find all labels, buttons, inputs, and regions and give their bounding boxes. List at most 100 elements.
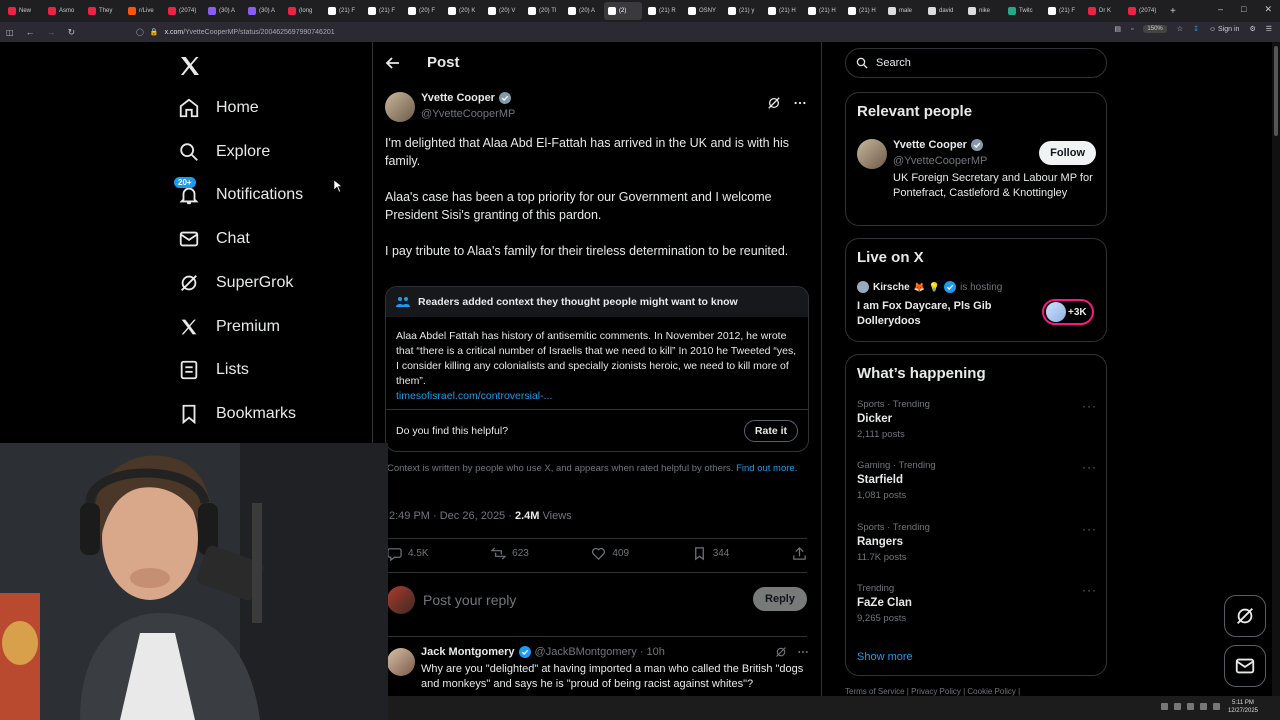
live-listeners[interactable]: +3K xyxy=(1042,299,1094,325)
nav-bookmarks[interactable]: Bookmarks xyxy=(178,394,296,434)
author-name[interactable]: Yvette Cooper xyxy=(421,92,495,104)
minimize-icon[interactable]: – xyxy=(1218,4,1223,15)
zoom-level[interactable]: 150% xyxy=(1143,25,1167,33)
find-out-more-link[interactable]: Find out more. xyxy=(736,463,797,474)
rate-it-button[interactable]: Rate it xyxy=(743,419,798,442)
browser-tab[interactable]: (2) xyxy=(604,2,642,20)
reply-author-name[interactable]: Jack Montgomery xyxy=(421,646,515,658)
more-options-icon[interactable]: ··· xyxy=(1082,399,1097,413)
grok-icon[interactable] xyxy=(775,646,787,658)
browser-tab[interactable]: (2074) xyxy=(164,2,202,20)
browser-tab[interactable]: (20) K xyxy=(444,2,482,20)
more-options-icon[interactable] xyxy=(793,96,807,110)
browser-tab[interactable]: (21) H xyxy=(804,2,842,20)
browser-tab[interactable]: david xyxy=(924,2,962,20)
more-options-icon[interactable]: ··· xyxy=(1082,460,1097,474)
new-tab-button[interactable]: + xyxy=(1170,6,1176,17)
more-options-icon[interactable] xyxy=(797,646,809,658)
grok-icon[interactable] xyxy=(767,96,781,110)
browser-tab[interactable]: r/Live xyxy=(124,2,162,20)
reload-icon[interactable]: ↻ xyxy=(68,27,76,38)
browser-tab[interactable]: (21) H xyxy=(844,2,882,20)
account-button[interactable]: ☺ Sign in xyxy=(1209,26,1240,33)
grok-floating-button[interactable] xyxy=(1224,595,1266,637)
trend-item[interactable]: Sports · Trending Rangers 11.7K posts ··… xyxy=(857,522,1097,563)
browser-tab[interactable]: (21) R xyxy=(644,2,682,20)
reply-author-handle[interactable]: @JackBMontgomery · 10h xyxy=(535,646,665,658)
browser-tab[interactable]: (2074) xyxy=(1124,2,1162,20)
menu-icon[interactable]: ☰ xyxy=(1266,25,1272,33)
nav-supergrok[interactable]: SuperGrok xyxy=(178,263,293,303)
reader-view-icon[interactable]: ▤ xyxy=(1114,25,1121,33)
author-name-row[interactable]: Yvette Cooper xyxy=(421,92,511,104)
browser-tab[interactable]: nike xyxy=(964,2,1002,20)
close-icon[interactable]: ✕ xyxy=(1264,4,1272,15)
browser-tab[interactable]: (20) F xyxy=(404,2,442,20)
live-host[interactable]: Kirsche 🦊 💡 is hosting xyxy=(857,281,1002,293)
avatar[interactable] xyxy=(857,139,887,169)
follow-button[interactable]: Follow xyxy=(1039,141,1096,165)
browser-tab[interactable]: (21) F xyxy=(364,2,402,20)
x-logo-icon[interactable] xyxy=(178,54,202,78)
trend-item[interactable]: Sports · Trending Dicker 2,111 posts ··· xyxy=(857,399,1097,440)
browser-tab[interactable]: OSNY xyxy=(684,2,722,20)
relevant-person-name[interactable]: Yvette Cooper xyxy=(893,139,967,151)
browser-tab[interactable]: (long xyxy=(284,2,322,20)
browser-tab[interactable]: (21) y xyxy=(724,2,762,20)
messages-floating-button[interactable] xyxy=(1224,645,1266,687)
nav-home[interactable]: Home xyxy=(178,88,259,128)
repost-action[interactable]: 623 xyxy=(491,546,529,561)
avatar[interactable] xyxy=(387,648,415,676)
timestamp-text[interactable]: 2:49 PM · Dec 26, 2025 · xyxy=(389,510,512,522)
nav-chat[interactable]: Chat xyxy=(178,219,250,259)
browser-tab[interactable]: male xyxy=(884,2,922,20)
share-action[interactable] xyxy=(792,546,807,561)
browser-tab[interactable]: (21) F xyxy=(1044,2,1082,20)
browser-tab[interactable]: (20) A xyxy=(564,2,602,20)
bookmark-action[interactable]: 344 xyxy=(692,546,729,561)
footer-links[interactable]: Terms of Service | Privacy Policy | Cook… xyxy=(845,687,1020,696)
show-more-link[interactable]: Show more xyxy=(857,651,913,663)
reply-action[interactable]: 4.5K xyxy=(387,546,429,561)
page-scrollbar[interactable] xyxy=(1272,42,1280,696)
browser-tab[interactable]: (20) Tl xyxy=(524,2,562,20)
browser-tab[interactable]: (20) V xyxy=(484,2,522,20)
browser-tab[interactable]: (30) A xyxy=(244,2,282,20)
browser-tab[interactable]: Asmo xyxy=(44,2,82,20)
like-action[interactable]: 409 xyxy=(591,546,629,561)
address-bar[interactable]: ◯ 🔒 x.com/YvetteCooperMP/status/20046256… xyxy=(136,25,1096,39)
sidebar-toggle-icon[interactable]: ◫ xyxy=(6,28,14,37)
download-icon[interactable]: ↧ xyxy=(1193,25,1199,33)
live-space-title[interactable]: I am Fox Daycare, Pls Gib Dollerydoos xyxy=(857,299,1037,329)
star-icon[interactable]: ☆ xyxy=(1177,25,1183,33)
browser-tab[interactable]: (21) F xyxy=(324,2,362,20)
trend-item[interactable]: Gaming · Trending Starfield 1,081 posts … xyxy=(857,460,1097,501)
more-options-icon[interactable]: ··· xyxy=(1082,522,1097,536)
browser-tab[interactable]: Dr K xyxy=(1084,2,1122,20)
relevant-person-handle[interactable]: @YvetteCooperMP xyxy=(893,155,987,167)
browser-tab[interactable]: New xyxy=(4,2,42,20)
relevant-person-name-row[interactable]: Yvette Cooper xyxy=(893,139,983,151)
maximize-icon[interactable]: □ xyxy=(1241,4,1246,15)
back-icon[interactable]: ← xyxy=(26,27,35,37)
avatar[interactable] xyxy=(385,92,415,122)
scrollbar-thumb[interactable] xyxy=(1274,46,1278,136)
nav-notifications[interactable]: 20+ Notifications xyxy=(174,175,303,215)
extensions-icon[interactable]: ⚙ xyxy=(1249,25,1255,33)
author-handle[interactable]: @YvetteCooperMP xyxy=(421,108,515,120)
page-icon[interactable]: ▫ xyxy=(1131,26,1133,33)
trend-item[interactable]: Trending FaZe Clan 9,265 posts ··· xyxy=(857,583,1097,624)
more-options-icon[interactable]: ··· xyxy=(1082,583,1097,597)
browser-tab[interactable]: (30) A xyxy=(204,2,242,20)
nav-premium[interactable]: Premium xyxy=(178,307,280,347)
search-input[interactable]: Search xyxy=(845,48,1107,78)
nav-explore[interactable]: Explore xyxy=(178,132,270,172)
nav-lists[interactable]: Lists xyxy=(178,350,249,390)
browser-tab[interactable]: (21) H xyxy=(764,2,802,20)
system-clock[interactable]: 5:11 PM 12/27/2025 xyxy=(1228,699,1258,715)
browser-tab[interactable]: Twitc xyxy=(1004,2,1042,20)
reply-button[interactable]: Reply xyxy=(753,587,807,611)
reply-input[interactable]: Post your reply xyxy=(423,592,516,608)
back-arrow-icon[interactable] xyxy=(385,55,401,71)
browser-tab[interactable]: They xyxy=(84,2,122,20)
